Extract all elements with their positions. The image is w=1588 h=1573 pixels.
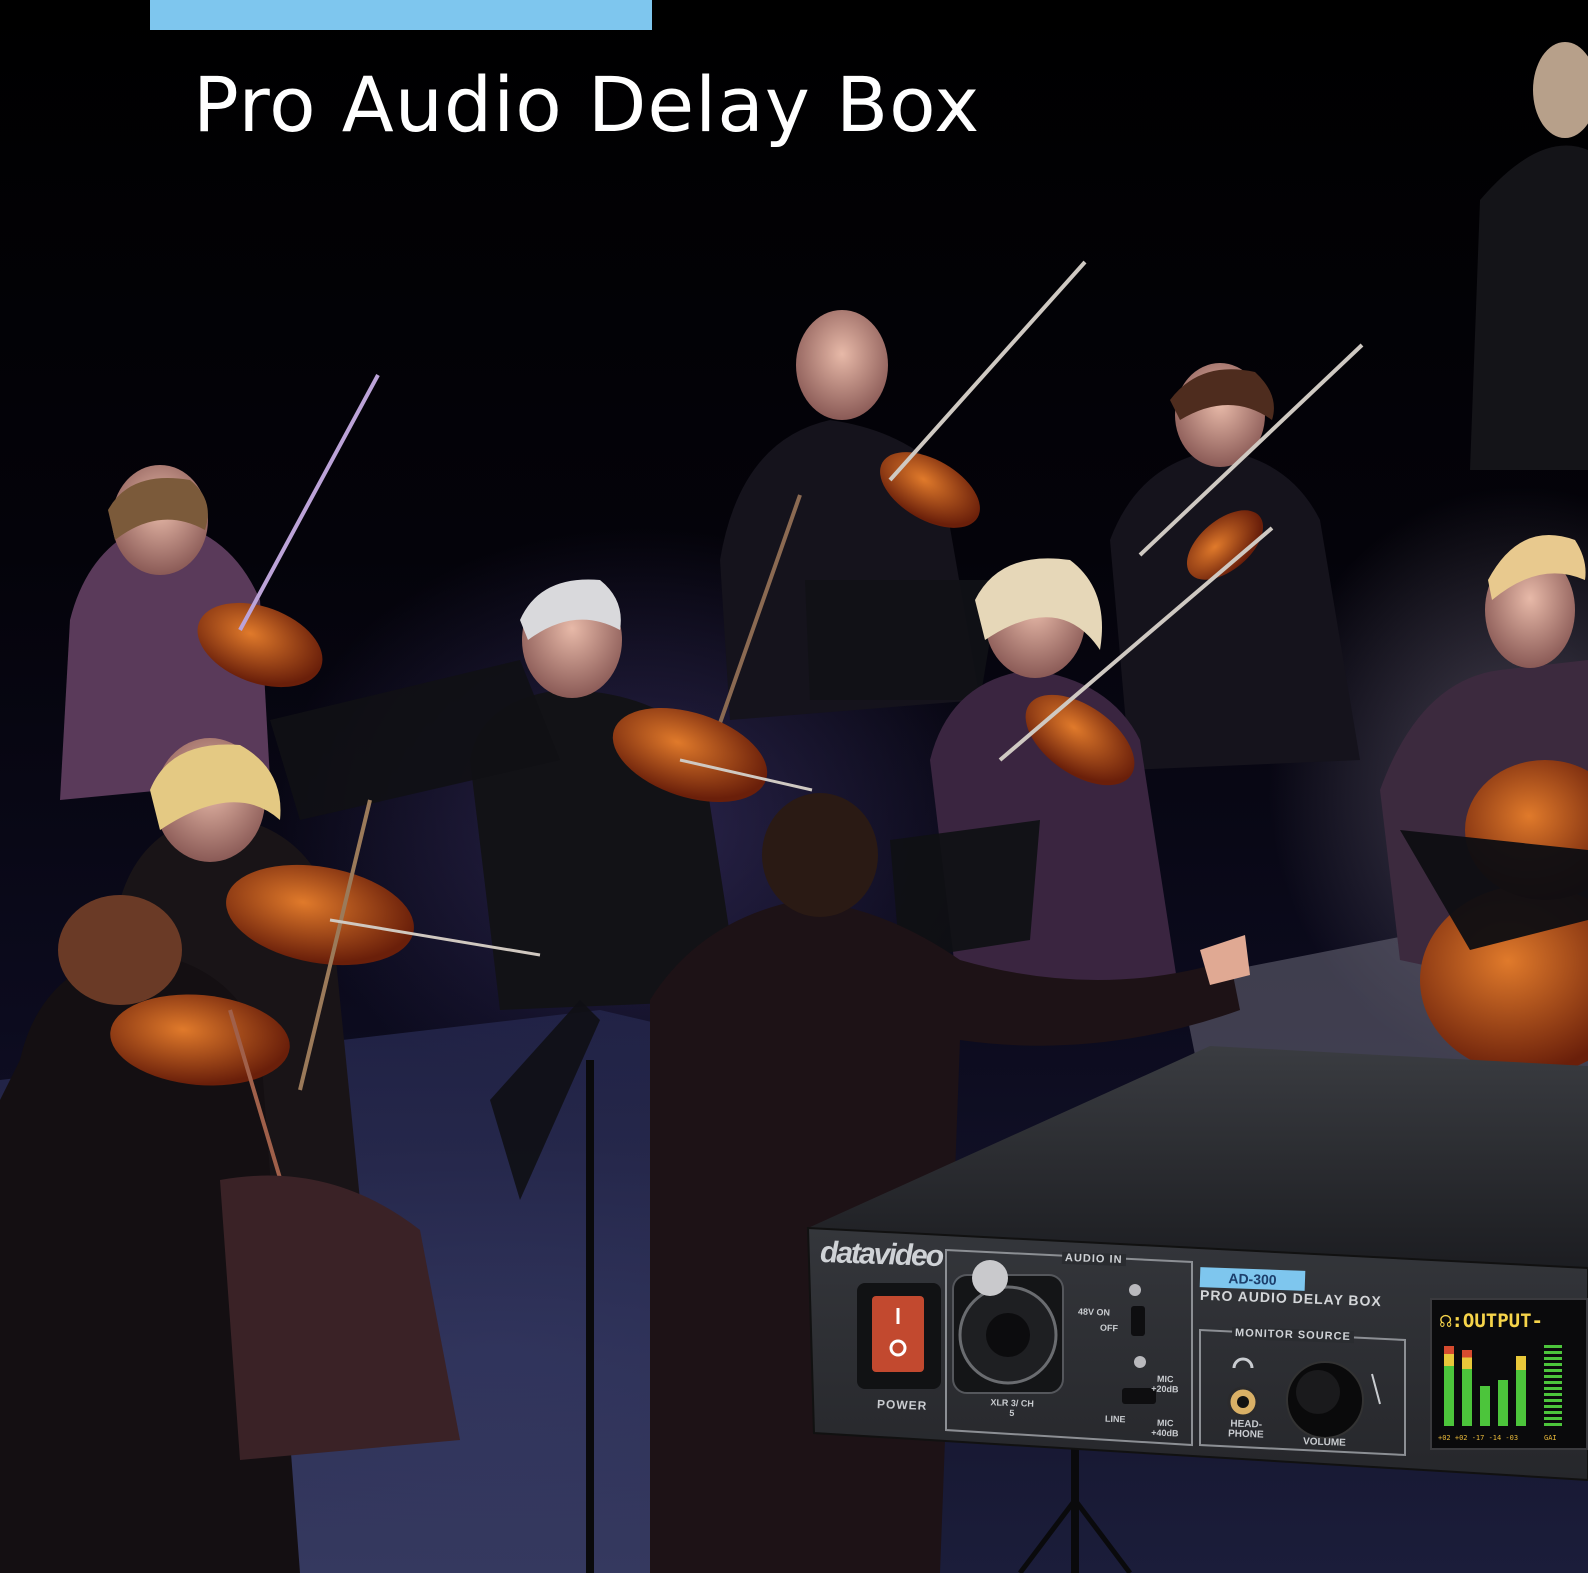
lcd-gain-label: GAI xyxy=(1544,1434,1557,1442)
headphone-label: HEAD- PHONE xyxy=(1227,1418,1264,1441)
volume-label: VOLUME xyxy=(1302,1436,1346,1449)
mic-40-label: MIC +40dB xyxy=(1151,1417,1179,1439)
mic-20-label: MIC +20dB xyxy=(1151,1373,1179,1395)
phantom-off-label: OFF xyxy=(1099,1322,1119,1334)
line-label: LINE xyxy=(1104,1413,1126,1425)
level-meter xyxy=(1498,1380,1508,1426)
power-label: POWER xyxy=(876,1397,928,1413)
level-meter xyxy=(1516,1356,1526,1426)
lcd-title: ☊:OUTPUT- xyxy=(1440,1310,1543,1332)
level-meter xyxy=(1462,1350,1472,1426)
level-meter xyxy=(1480,1386,1490,1426)
level-meter xyxy=(1444,1346,1454,1426)
lcd-scale: +02 +02 -17 -14 -03 xyxy=(1438,1434,1519,1442)
xlr-label: XLR 3/ CH 5 xyxy=(990,1397,1035,1419)
brand-logo: datavideo xyxy=(820,1235,943,1274)
brochure-page: Pro Audio Delay Box datavideo POWER AUDI… xyxy=(0,0,1588,1573)
phantom-on-label: 48V ON xyxy=(1077,1306,1111,1318)
lcd-display: ☊:OUTPUT- +02 +02 -17 -14 -03 GAI xyxy=(1430,1298,1588,1450)
audio-in-label: AUDIO IN xyxy=(1061,1251,1126,1267)
gain-meter xyxy=(1544,1344,1562,1426)
